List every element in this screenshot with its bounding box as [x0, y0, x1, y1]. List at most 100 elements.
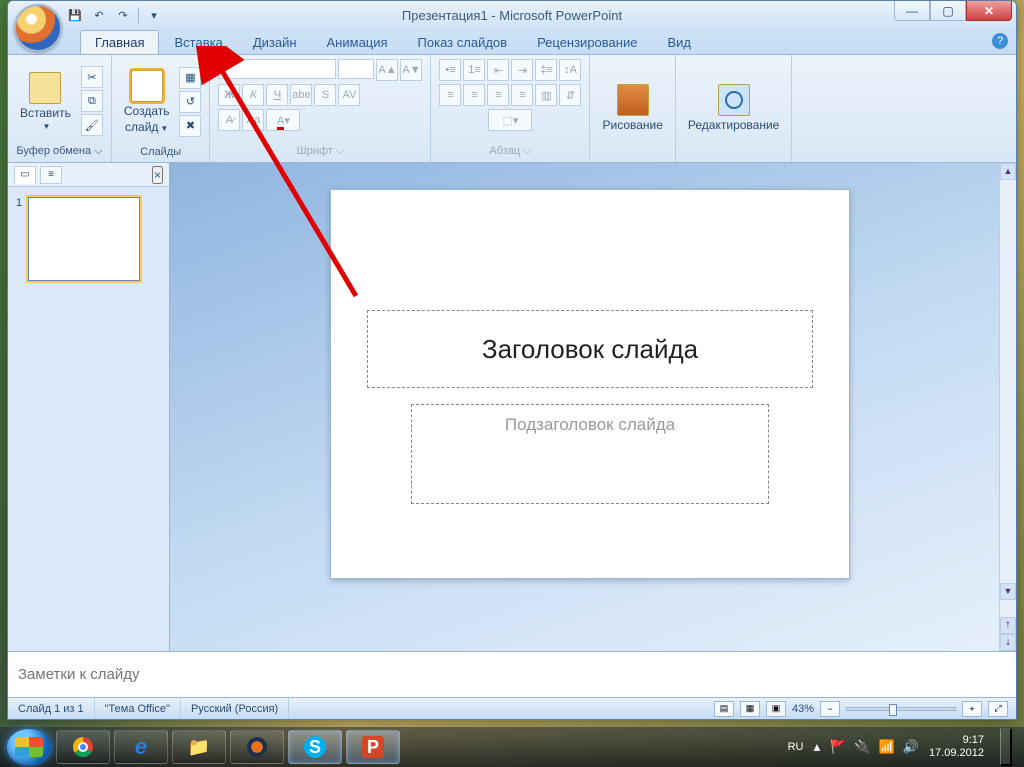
tab-animation[interactable]: Анимация [312, 30, 403, 54]
char-spacing-button[interactable]: AV [338, 84, 360, 106]
columns-button[interactable]: ▥ [535, 84, 557, 106]
shrink-font-button[interactable]: A▼ [400, 59, 422, 81]
drawing-icon [617, 84, 649, 116]
prev-slide-button[interactable]: ⭡ [1000, 617, 1016, 634]
notes-pane [8, 651, 1016, 697]
zoom-slider[interactable] [846, 707, 956, 711]
tray-volume-icon[interactable]: 🔊 [903, 739, 919, 755]
underline-button[interactable]: Ч [266, 84, 288, 106]
tab-insert[interactable]: Вставка [159, 30, 237, 54]
drawing-button[interactable]: Рисование [598, 82, 666, 134]
justify-button[interactable]: ≡ [511, 84, 533, 106]
align-center-button[interactable]: ≡ [463, 84, 485, 106]
text-direction-button[interactable]: ↕A [559, 59, 581, 81]
tab-slideshow[interactable]: Показ слайдов [403, 30, 523, 54]
grow-font-button[interactable]: A▲ [376, 59, 398, 81]
slide-layout-button[interactable]: ▦ [179, 67, 201, 89]
font-size-combo[interactable] [338, 59, 374, 79]
shadow-button[interactable]: abe [290, 84, 312, 106]
numbering-button[interactable]: 1≡ [463, 59, 485, 81]
subtitle-placeholder[interactable]: Подзаголовок слайда [411, 404, 769, 504]
sorter-view-button[interactable]: ▦ [740, 701, 760, 717]
slide-delete-button[interactable]: ✖ [179, 115, 201, 137]
copy-button[interactable]: ⧉ [81, 90, 103, 112]
slide-thumbnails: 1 [8, 187, 169, 291]
increase-indent-button[interactable]: ⇥ [511, 59, 533, 81]
new-slide-button[interactable]: Создать слайд▼ [120, 68, 174, 136]
tray-flag-icon[interactable]: 🚩 [830, 739, 846, 755]
title-placeholder-text: Заголовок слайда [482, 334, 698, 365]
title-placeholder[interactable]: Заголовок слайда [367, 310, 813, 388]
notes-input[interactable] [8, 652, 1016, 697]
editing-button[interactable]: Редактирование [684, 82, 783, 134]
tab-home[interactable]: Главная [80, 30, 159, 54]
tray-show-hidden[interactable]: ▴ [813, 739, 820, 755]
outline-tab[interactable]: ≡ [40, 166, 62, 184]
decrease-indent-button[interactable]: ⇤ [487, 59, 509, 81]
help-button[interactable]: ? [992, 33, 1008, 49]
slide-canvas[interactable]: Заголовок слайда Подзаголовок слайда [330, 189, 850, 579]
align-left-button[interactable]: ≡ [439, 84, 461, 106]
office-button[interactable] [14, 4, 62, 52]
scroll-down-button[interactable]: ▼ [1000, 583, 1016, 600]
taskbar-explorer[interactable]: 📁 [172, 730, 226, 764]
taskbar-chrome[interactable] [56, 730, 110, 764]
find-icon [718, 84, 750, 116]
tray-language[interactable]: RU [788, 741, 804, 753]
taskbar-mediaplayer[interactable] [230, 730, 284, 764]
bold-button[interactable]: Ж [218, 84, 240, 106]
change-case-button[interactable]: Aa [242, 109, 264, 131]
line-spacing-button[interactable]: ‡≡ [535, 59, 557, 81]
redo-button[interactable]: ↷ [114, 6, 132, 24]
status-language[interactable]: Русский (Россия) [181, 698, 289, 719]
slides-group-label: Слайды [140, 144, 181, 158]
windows-taskbar: e 📁 S P RU ▴ 🚩 🔌 📶 🔊 9:17 17.09.2012 [0, 727, 1024, 767]
show-desktop-button[interactable] [1000, 728, 1012, 766]
taskbar-skype[interactable]: S [288, 730, 342, 764]
normal-view-button[interactable]: ▤ [714, 701, 734, 717]
slides-tab[interactable]: ▭ [14, 166, 36, 184]
minimize-button[interactable]: — [894, 1, 930, 21]
slide-reset-button[interactable]: ↺ [179, 91, 201, 113]
next-slide-button[interactable]: ⭣ [1000, 634, 1016, 651]
vertical-scrollbar[interactable]: ▲ ▼ ⭡ ⭣ [999, 163, 1016, 651]
start-button[interactable] [6, 728, 52, 766]
tray-clock[interactable]: 9:17 17.09.2012 [929, 734, 984, 760]
slide-thumbnail-1[interactable]: 1 [16, 197, 161, 281]
zoom-in-button[interactable]: + [962, 701, 982, 717]
tray-power-icon[interactable]: 🔌 [854, 739, 870, 755]
tab-design[interactable]: Дизайн [238, 30, 312, 54]
scroll-up-button[interactable]: ▲ [1000, 163, 1016, 180]
format-painter-button[interactable]: 🖌 [81, 114, 103, 136]
italic-button[interactable]: К [242, 84, 264, 106]
fit-window-button[interactable]: ⤢ [988, 701, 1008, 717]
paragraph-group-label: Абзац ⌵ [489, 143, 531, 158]
panel-close-button[interactable]: × [152, 166, 163, 184]
slideshow-view-button[interactable]: ▣ [766, 701, 786, 717]
title-bar: 💾 ↶ ↷ ▾ Презентация1 - Microsoft PowerPo… [8, 1, 1016, 29]
close-button[interactable]: ✕ [966, 1, 1012, 21]
align-right-button[interactable]: ≡ [487, 84, 509, 106]
bullets-button[interactable]: •≡ [439, 59, 461, 81]
font-name-combo[interactable] [218, 59, 336, 79]
cut-button[interactable]: ✂ [81, 66, 103, 88]
tab-view[interactable]: Вид [652, 30, 706, 54]
convert-smartart-button[interactable]: ⬚▾ [488, 109, 532, 131]
taskbar-ie[interactable]: e [114, 730, 168, 764]
qat-customize-button[interactable]: ▾ [145, 6, 163, 24]
tab-review[interactable]: Рецензирование [522, 30, 652, 54]
slide-editor[interactable]: Заголовок слайда Подзаголовок слайда ▲ ▼… [170, 163, 1016, 651]
zoom-out-button[interactable]: − [820, 701, 840, 717]
maximize-button[interactable]: ▢ [930, 1, 966, 21]
align-text-button[interactable]: ⇵ [559, 84, 581, 106]
taskbar-powerpoint[interactable]: P [346, 730, 400, 764]
strikethrough-button[interactable]: S [314, 84, 336, 106]
workspace: ▭ ≡ × 1 Заголовок слайда [8, 163, 1016, 697]
save-button[interactable]: 💾 [66, 6, 84, 24]
undo-button[interactable]: ↶ [90, 6, 108, 24]
group-drawing: Рисование [590, 55, 675, 162]
font-color-button[interactable]: A▾ [266, 109, 300, 131]
paste-button[interactable]: Вставить ▼ [16, 70, 75, 133]
tray-network-icon[interactable]: 📶 [879, 739, 895, 755]
clear-formatting-button[interactable]: A̷ [218, 109, 240, 131]
